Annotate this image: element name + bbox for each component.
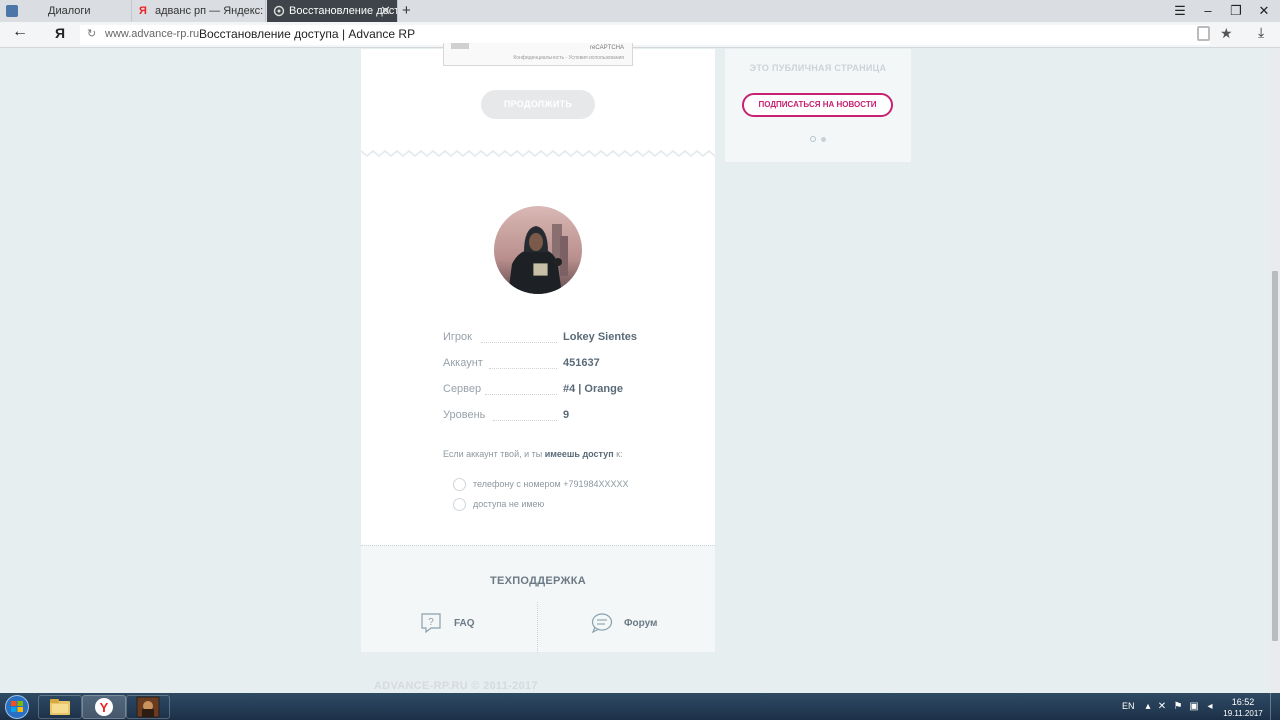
option-no-access-label[interactable]: доступа не имею — [473, 499, 544, 509]
restore-button[interactable]: ❐ — [1222, 0, 1250, 22]
faq-icon: ? — [421, 613, 441, 634]
server-row: Сервер #4 | Orange — [443, 383, 653, 399]
level-value: 9 — [563, 409, 570, 421]
dotted-leader — [493, 420, 557, 421]
download-icon[interactable]: ⤓ — [1258, 24, 1264, 41]
level-label: Уровень — [443, 409, 486, 421]
dotted-leader — [489, 368, 557, 369]
tray-app-icon[interactable]: ✕ — [1156, 701, 1168, 712]
site-icon — [273, 5, 285, 17]
player-avatar — [494, 206, 582, 294]
yandex-browser-icon: Y — [95, 698, 113, 716]
server-label: Сервер — [443, 383, 482, 395]
player-name-value: Lokey Sientes — [563, 331, 637, 343]
windows-start-icon[interactable] — [2, 694, 32, 720]
yandex-logo[interactable]: Я — [55, 25, 65, 41]
network-icon[interactable]: ▣ — [1188, 701, 1200, 712]
chat-bubble-icon — [591, 613, 613, 634]
restore-access-card: reCAPTCHA Конфиденциальность - Условия и… — [361, 43, 715, 653]
clock-date[interactable]: 19.11.2017 — [1221, 709, 1265, 718]
recaptcha-terms[interactable]: Конфиденциальность - Условия использован… — [513, 55, 624, 61]
svg-text:?: ? — [428, 617, 434, 628]
scrollbar[interactable] — [1270, 49, 1280, 694]
windows-taskbar — [0, 693, 1280, 720]
player-name-row: Игрок Lokey Sientes — [443, 331, 653, 347]
reader-mode-icon[interactable] — [1197, 26, 1210, 41]
folder-icon — [50, 699, 70, 715]
support-section: ТЕХПОДДЕРЖКА ? FAQ Форум — [361, 545, 715, 653]
new-tab-button[interactable]: + — [402, 0, 411, 22]
support-title: ТЕХПОДДЕРЖКА — [489, 575, 587, 587]
access-question: Если аккаунт твой, и ты имеешь доступ к: — [443, 449, 623, 459]
show-desktop-button[interactable] — [1270, 693, 1280, 720]
svg-text:Y: Y — [100, 700, 109, 715]
url-host: www.advance-rp.ru — [105, 28, 200, 40]
navigation-bar: ← Я ↻ www.advance-rp.ru Восстановление д… — [0, 22, 1280, 48]
tab-title: Диалоги — [48, 5, 91, 17]
yandex-icon: Я — [139, 5, 147, 17]
level-row: Уровень 9 — [443, 409, 653, 425]
tab-dialogs[interactable]: Диалоги — [0, 0, 132, 22]
faq-label[interactable]: FAQ — [454, 618, 475, 629]
radio-button[interactable] — [453, 498, 466, 511]
game-app-icon — [136, 696, 160, 718]
tab-yandex-search[interactable]: Я адванс рп — Яндекс: нашлось — [133, 0, 266, 22]
keyboard-language[interactable]: EN — [1122, 701, 1135, 711]
tab-title: адванс рп — Яндекс: нашлось — [155, 5, 265, 17]
player-name-label: Игрок — [443, 331, 472, 343]
footer-copyright: ADVANCE-RP.RU © 2011-2017 — [374, 680, 538, 692]
vk-icon — [6, 5, 18, 17]
forum-label[interactable]: Форум — [624, 618, 657, 629]
option-phone-label[interactable]: телефону с номером +791984XXXXX — [473, 479, 629, 489]
radio-button[interactable] — [453, 478, 466, 491]
reload-icon[interactable]: ↻ — [87, 27, 96, 40]
account-value: 451637 — [563, 357, 600, 369]
yandex-browser-taskbar-button[interactable]: Y — [82, 695, 126, 719]
action-center-flag-icon[interactable]: ⚑ — [1172, 701, 1184, 712]
account-row: Аккаунт 451637 — [443, 357, 653, 373]
recaptcha-widget[interactable]: reCAPTCHA Конфиденциальность - Условия и… — [443, 43, 633, 66]
forum-link[interactable]: Форум — [591, 612, 671, 636]
menu-icon[interactable]: ☰ — [1166, 0, 1194, 22]
bookmark-star-icon[interactable]: ★ — [1220, 25, 1233, 42]
explorer-taskbar-button[interactable] — [38, 695, 82, 719]
account-label: Аккаунт — [443, 357, 483, 369]
continue-button[interactable]: ПРОДОЛЖИТЬ — [481, 90, 595, 119]
back-arrow-icon[interactable]: ← — [12, 23, 28, 41]
url-page-title: Восстановление доступа | Advance RP — [199, 27, 416, 41]
tab-bar: Диалоги Я адванс рп — Яндекс: нашлось Во… — [0, 0, 1280, 22]
public-page-text: ЭТО ПУБЛИЧНАЯ СТРАНИЦА — [749, 63, 887, 73]
game-taskbar-button[interactable] — [126, 695, 170, 719]
minimize-button[interactable]: ‒ — [1194, 0, 1222, 22]
tray-expand-icon[interactable]: ▴ — [1142, 701, 1154, 712]
volume-icon[interactable]: ◂ — [1204, 701, 1216, 712]
dotted-leader — [481, 342, 557, 343]
zigzag-divider — [361, 150, 715, 157]
support-divider — [537, 602, 538, 653]
access-question-prefix: Если аккаунт твой, и ты — [443, 449, 545, 459]
address-bar[interactable]: ↻ www.advance-rp.ru Восстановление досту… — [80, 25, 1210, 45]
recaptcha-label: reCAPTCHA — [589, 45, 624, 51]
access-question-suffix: к: — [613, 449, 623, 459]
dotted-leader — [485, 394, 557, 395]
faq-link[interactable]: ? FAQ — [420, 612, 480, 636]
news-sidebar-card: ЭТО ПУБЛИЧНАЯ СТРАНИЦА ПОДПИСАТЬСЯ НА НО… — [725, 49, 911, 162]
carousel-dot-active[interactable] — [810, 136, 816, 142]
clock-time[interactable]: 16:52 — [1227, 697, 1259, 707]
tab-restore-access[interactable]: Восстановление доступа ✕ — [267, 0, 398, 22]
close-window-button[interactable]: ✕ — [1250, 0, 1278, 22]
carousel-dot[interactable] — [821, 137, 826, 142]
server-value: #4 | Orange — [563, 383, 623, 395]
close-tab-icon[interactable]: ✕ — [380, 0, 391, 22]
scrollbar-thumb[interactable] — [1272, 271, 1278, 641]
recaptcha-checkbox[interactable] — [451, 43, 469, 49]
access-question-bold: имеешь доступ — [544, 449, 614, 459]
subscribe-news-button[interactable]: ПОДПИСАТЬСЯ НА НОВОСТИ — [742, 93, 893, 117]
